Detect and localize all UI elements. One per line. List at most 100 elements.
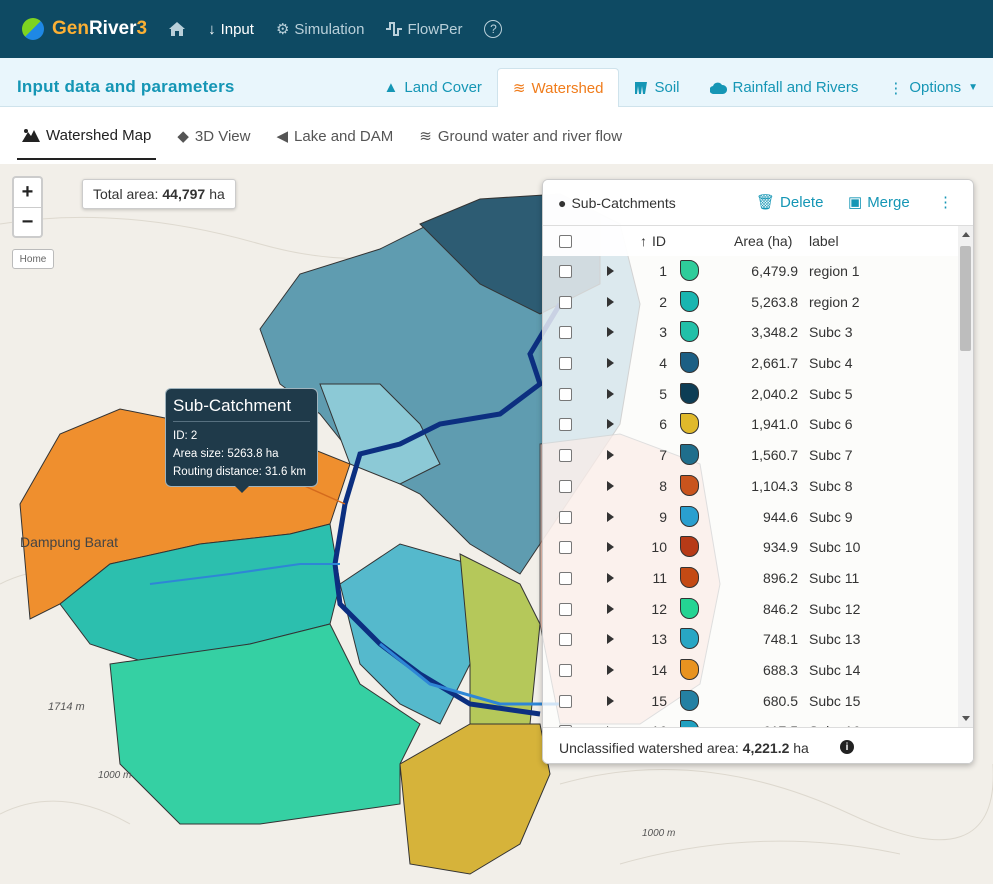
panel-scrollbar[interactable] [958, 226, 973, 727]
color-swatch[interactable] [680, 474, 699, 496]
expand-caret-icon[interactable] [607, 419, 614, 430]
expand-caret-icon[interactable] [607, 511, 614, 522]
table-row[interactable]: 3 3,348.2 Subc 3 [543, 317, 958, 348]
map-home-button[interactable]: Home [12, 249, 54, 269]
expand-caret-icon[interactable] [607, 542, 614, 553]
nav-help[interactable]: ? [473, 0, 513, 58]
table-row[interactable]: 7 1,560.7 Subc 7 [543, 440, 958, 471]
row-checkbox[interactable] [559, 602, 572, 616]
info-icon[interactable]: i [840, 740, 854, 754]
app-logo[interactable]: GenRiver3 [22, 18, 147, 40]
expand-caret-icon[interactable] [607, 450, 614, 461]
row-label[interactable]: Subc 13 [809, 631, 860, 647]
row-checkbox[interactable] [559, 541, 572, 555]
color-swatch[interactable] [680, 260, 699, 281]
row-label[interactable]: Subc 9 [809, 509, 853, 525]
color-swatch[interactable] [680, 290, 699, 312]
row-checkbox[interactable] [559, 663, 572, 677]
color-swatch[interactable] [680, 720, 699, 727]
row-checkbox[interactable] [559, 387, 572, 401]
col-area-header[interactable]: Area (ha) [734, 233, 792, 249]
color-swatch[interactable] [680, 505, 699, 527]
row-label[interactable]: Subc 7 [809, 447, 853, 463]
row-checkbox[interactable] [559, 571, 572, 585]
row-checkbox[interactable] [559, 479, 572, 493]
color-swatch[interactable] [680, 658, 699, 680]
subtab-lake-dam[interactable]: ◀ Lake and DAM [271, 112, 398, 160]
scroll-thumb[interactable] [960, 246, 971, 351]
row-label[interactable]: region 2 [809, 294, 860, 310]
nav-input[interactable]: ↓ Input [197, 0, 265, 58]
expand-caret-icon[interactable] [607, 358, 614, 369]
tab-land-cover[interactable]: ▲ Land Cover [369, 68, 497, 107]
color-swatch[interactable] [680, 444, 699, 466]
tab-soil[interactable]: Soil [619, 68, 694, 107]
row-label[interactable]: region 1 [809, 263, 860, 279]
subtab-3d-view[interactable]: ◆ 3D View [172, 112, 255, 160]
col-id-header[interactable]: ID [652, 233, 666, 249]
table-row[interactable]: 11 896.2 Subc 11 [543, 563, 958, 594]
color-swatch[interactable] [680, 597, 699, 619]
zoom-out-button[interactable]: − [14, 207, 41, 236]
row-label[interactable]: Subc 15 [809, 693, 860, 709]
row-label[interactable]: Subc 8 [809, 478, 853, 494]
row-label[interactable]: Subc 3 [809, 324, 853, 340]
expand-caret-icon[interactable] [607, 572, 614, 583]
expand-caret-icon[interactable] [607, 695, 614, 706]
row-checkbox[interactable] [559, 295, 572, 309]
table-row[interactable]: 13 748.1 Subc 13 [543, 624, 958, 655]
color-swatch[interactable] [680, 321, 699, 343]
row-label[interactable]: Subc 14 [809, 662, 860, 678]
subtab-watershed-map[interactable]: Watershed Map [17, 112, 157, 160]
delete-button[interactable]: 🗑 Delete [756, 193, 823, 212]
table-row[interactable]: 16617.5Subc 16 [543, 716, 958, 727]
nav-simulation[interactable]: ⚙ Simulation [265, 0, 376, 58]
color-swatch[interactable] [680, 382, 699, 404]
expand-caret-icon[interactable] [607, 480, 614, 491]
row-checkbox[interactable] [559, 357, 572, 371]
row-label[interactable]: Subc 5 [809, 386, 853, 402]
subcatchment-olive[interactable] [459, 553, 541, 725]
subtab-groundwater[interactable]: ≋ Ground water and river flow [414, 112, 627, 160]
scroll-up-icon[interactable] [962, 232, 970, 237]
color-swatch[interactable] [680, 536, 699, 558]
row-label[interactable]: Subc 11 [809, 570, 859, 586]
table-row[interactable]: 14 688.3 Subc 14 [543, 655, 958, 686]
nav-flowper[interactable]: FlowPer [375, 0, 473, 58]
table-row[interactable]: 15 680.5 Subc 15 [543, 686, 958, 717]
zoom-in-button[interactable]: + [14, 178, 41, 207]
row-checkbox[interactable] [559, 265, 572, 278]
row-checkbox[interactable] [559, 694, 572, 708]
nav-home[interactable] [157, 0, 197, 58]
watershed-map[interactable]: + − Home Total area: 44,797 ha Dampung B… [0, 164, 993, 884]
scroll-down-icon[interactable] [962, 716, 970, 721]
expand-caret-icon[interactable] [607, 327, 614, 338]
tab-watershed[interactable]: ≋ Watershed [496, 68, 620, 107]
sort-asc-icon[interactable]: ↑ [640, 233, 647, 249]
table-row[interactable]: 5 2,040.2 Subc 5 [543, 379, 958, 410]
table-row[interactable]: 8 1,104.3 Subc 8 [543, 471, 958, 502]
panel-menu-button[interactable]: ⋮ [938, 193, 953, 211]
color-swatch[interactable] [680, 566, 699, 588]
expand-caret-icon[interactable] [607, 388, 614, 399]
options-dropdown[interactable]: ⋮ Options ▼ [873, 68, 993, 107]
subcatchment-yellow[interactable] [399, 723, 551, 875]
select-all-checkbox[interactable] [559, 235, 572, 248]
row-label[interactable]: Subc 12 [809, 601, 860, 617]
table-row[interactable]: 1 6,479.9 region 1 [543, 256, 958, 287]
color-swatch[interactable] [680, 628, 699, 650]
row-label[interactable]: Subc 6 [809, 416, 853, 432]
table-row[interactable]: 4 2,661.7 Subc 4 [543, 348, 958, 379]
row-checkbox[interactable] [559, 418, 572, 432]
table-row[interactable]: 12 846.2 Subc 12 [543, 594, 958, 625]
expand-caret-icon[interactable] [607, 266, 614, 276]
row-label[interactable]: Subc 10 [809, 539, 860, 555]
col-label-header[interactable]: label [809, 233, 839, 249]
expand-caret-icon[interactable] [607, 634, 614, 645]
table-row[interactable]: 9 944.6 Subc 9 [543, 502, 958, 533]
row-checkbox[interactable] [559, 633, 572, 647]
expand-caret-icon[interactable] [607, 664, 614, 675]
row-checkbox[interactable] [559, 326, 572, 340]
color-swatch[interactable] [680, 689, 699, 711]
expand-caret-icon[interactable] [607, 603, 614, 614]
